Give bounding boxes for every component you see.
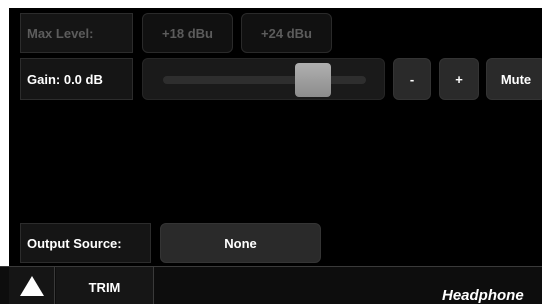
max-level-label: Max Level: [20,13,133,53]
output-source-label: Output Source: [20,223,151,263]
triangle-up-icon [19,276,44,296]
trim-screen: Max Level: +18 dBu +24 dBu Gain: 0.0 dB … [0,0,542,304]
top-edge [0,0,542,8]
gain-slider-groove[interactable] [163,76,366,84]
max-level-24-button[interactable]: +24 dBu [241,13,332,53]
gain-increase-button[interactable]: + [439,58,479,100]
left-edge [0,0,9,266]
mute-button[interactable]: Mute [486,58,542,100]
page-title: Headphone [442,287,524,304]
tab-trim[interactable]: TRIM [56,267,154,304]
output-source-select[interactable]: None [160,223,321,263]
max-level-18-button[interactable]: +18 dBu [142,13,233,53]
gain-slider[interactable] [142,58,385,100]
home-button[interactable] [9,267,55,304]
footer-bar: TRIM Headphone [0,266,542,304]
gain-label: Gain: 0.0 dB [20,58,133,100]
gain-decrease-button[interactable]: - [393,58,431,100]
gain-slider-thumb[interactable] [295,63,332,97]
